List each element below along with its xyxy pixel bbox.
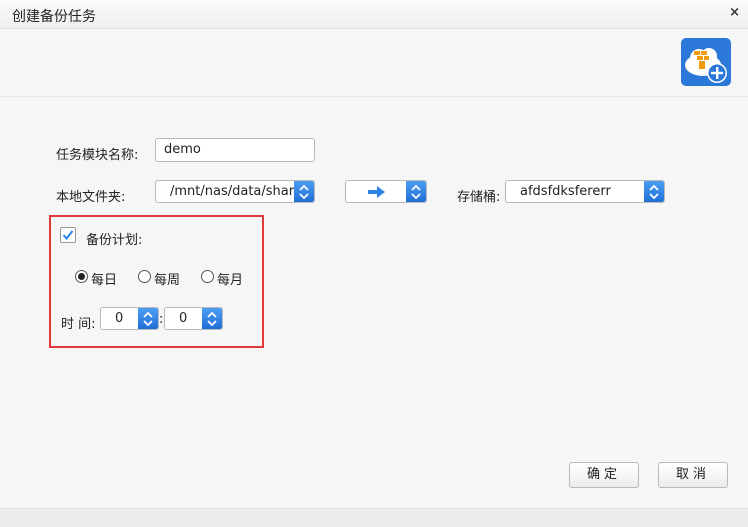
- hour-spin-icon[interactable]: [138, 308, 158, 329]
- local-folder-select[interactable]: /mnt/nas/data/share: [155, 180, 315, 203]
- close-icon[interactable]: ×: [729, 5, 740, 20]
- backup-schedule-label: 备份计划:: [86, 233, 143, 248]
- radio-monthly-label: 每月: [217, 273, 244, 288]
- cancel-button[interactable]: 取消: [658, 462, 728, 488]
- bucket-select[interactable]: afdsfdksfererr: [505, 180, 665, 203]
- time-label: 时 间:: [61, 317, 96, 332]
- ok-button[interactable]: 确定: [569, 462, 639, 488]
- radio-monthly[interactable]: [201, 270, 214, 283]
- title-bar: 创建备份任务 ×: [0, 0, 748, 29]
- minute-value: 0: [179, 311, 188, 326]
- minute-spin-icon[interactable]: [202, 308, 222, 329]
- bucket-value: afdsfdksfererr: [520, 184, 611, 199]
- hour-stepper[interactable]: 0: [100, 307, 159, 330]
- radio-weekly-label: 每周: [154, 273, 181, 288]
- direction-spin-icon[interactable]: [406, 181, 426, 202]
- task-name-input[interactable]: demo: [155, 138, 315, 162]
- hour-value: 0: [115, 311, 124, 326]
- time-separator: :: [159, 312, 164, 327]
- dialog-header: [0, 29, 748, 97]
- dialog-title: 创建备份任务: [12, 9, 96, 25]
- local-folder-label: 本地文件夹:: [56, 190, 126, 205]
- bucket-label: 存储桶:: [457, 190, 501, 205]
- bucket-spin-icon[interactable]: [644, 181, 664, 202]
- local-folder-spin-icon[interactable]: [294, 181, 314, 202]
- dialog-footer: [0, 508, 748, 527]
- check-icon: [62, 230, 74, 241]
- arrow-right-icon: [368, 185, 386, 202]
- task-name-label: 任务模块名称:: [56, 148, 139, 163]
- backup-schedule-checkbox[interactable]: [60, 227, 76, 243]
- minute-stepper[interactable]: 0: [164, 307, 223, 330]
- direction-select[interactable]: [345, 180, 427, 203]
- radio-daily-label: 每日: [91, 273, 118, 288]
- local-folder-value: /mnt/nas/data/share: [170, 184, 302, 199]
- radio-weekly[interactable]: [138, 270, 151, 283]
- radio-daily[interactable]: [75, 270, 88, 283]
- cloud-backup-add-icon: [681, 38, 731, 86]
